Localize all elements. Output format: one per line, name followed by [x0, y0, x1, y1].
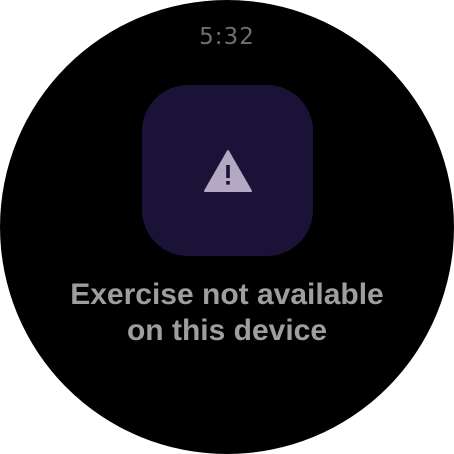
watch-screen: 5:32 Exercise not available on this devi…: [0, 0, 454, 454]
status-time: 5:32: [199, 24, 255, 50]
warning-icon-tile: [142, 85, 313, 256]
message-line-1: Exercise not available: [70, 278, 384, 311]
unavailable-message: Exercise not available on this device: [20, 277, 434, 349]
message-line-2: on this device: [126, 314, 328, 347]
warning-icon: [203, 149, 252, 192]
